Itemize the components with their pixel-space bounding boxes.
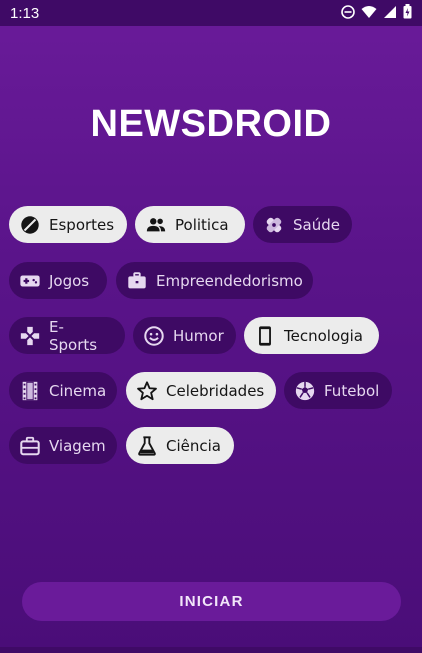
- chip-saude[interactable]: Saúde: [253, 206, 352, 243]
- people-icon: [145, 214, 167, 236]
- signal-icon: [383, 4, 397, 23]
- chip-label: Futebol: [324, 381, 380, 400]
- dpad-icon: [19, 325, 41, 347]
- chip-label: E-Sports: [49, 317, 98, 354]
- chip-label: Esportes: [49, 215, 115, 234]
- chip-celebridades[interactable]: Celebridades: [126, 372, 276, 409]
- start-button[interactable]: INICIAR: [22, 582, 401, 621]
- film-icon: [19, 380, 41, 402]
- football-icon: [19, 214, 41, 236]
- chip-cinema[interactable]: Cinema: [9, 372, 117, 409]
- chip-humor[interactable]: Humor: [133, 317, 236, 354]
- briefcase-icon: [126, 270, 148, 292]
- chip-label: Saúde: [293, 215, 340, 234]
- do-not-disturb-icon: [341, 4, 355, 23]
- bandage-icon: [263, 214, 285, 236]
- soccer-ball-icon: [294, 380, 316, 402]
- smiley-icon: [143, 325, 165, 347]
- chip-tecnologia[interactable]: Tecnologia: [244, 317, 379, 354]
- star-icon: [136, 380, 158, 402]
- navigation-bar: [0, 647, 422, 653]
- chip-jogos[interactable]: Jogos: [9, 262, 107, 299]
- chip-viagem[interactable]: Viagem: [9, 427, 117, 464]
- chip-label: Ciência: [166, 436, 221, 455]
- chip-label: Jogos: [49, 271, 90, 290]
- chip-ciencia[interactable]: Ciência: [126, 427, 234, 464]
- app-title: NEWSDROID: [90, 103, 332, 145]
- chip-label: Viagem: [49, 436, 106, 455]
- chip-e-sports[interactable]: E-Sports: [9, 317, 125, 354]
- chip-label: Celebridades: [166, 381, 265, 400]
- status-icons: [341, 3, 412, 23]
- chip-esportes[interactable]: Esportes: [9, 206, 127, 243]
- battery-icon: [403, 3, 412, 23]
- status-bar: 1:13: [0, 0, 422, 26]
- chip-label: Politica: [175, 215, 229, 234]
- status-time: 1:13: [10, 4, 40, 22]
- flask-icon: [136, 435, 158, 457]
- chip-politica[interactable]: Politica: [135, 206, 245, 243]
- gamepad-icon: [19, 270, 41, 292]
- chip-label: Cinema: [49, 381, 107, 400]
- chip-empreendedorismo[interactable]: Empreendedorismo: [116, 262, 313, 299]
- wifi-icon: [361, 4, 377, 23]
- chip-futebol[interactable]: Futebol: [284, 372, 392, 409]
- chip-label: Tecnologia: [284, 326, 363, 345]
- chip-label: Empreendedorismo: [156, 271, 303, 290]
- smartphone-icon: [254, 325, 276, 347]
- chip-label: Humor: [173, 326, 224, 345]
- suitcase-icon: [19, 435, 41, 457]
